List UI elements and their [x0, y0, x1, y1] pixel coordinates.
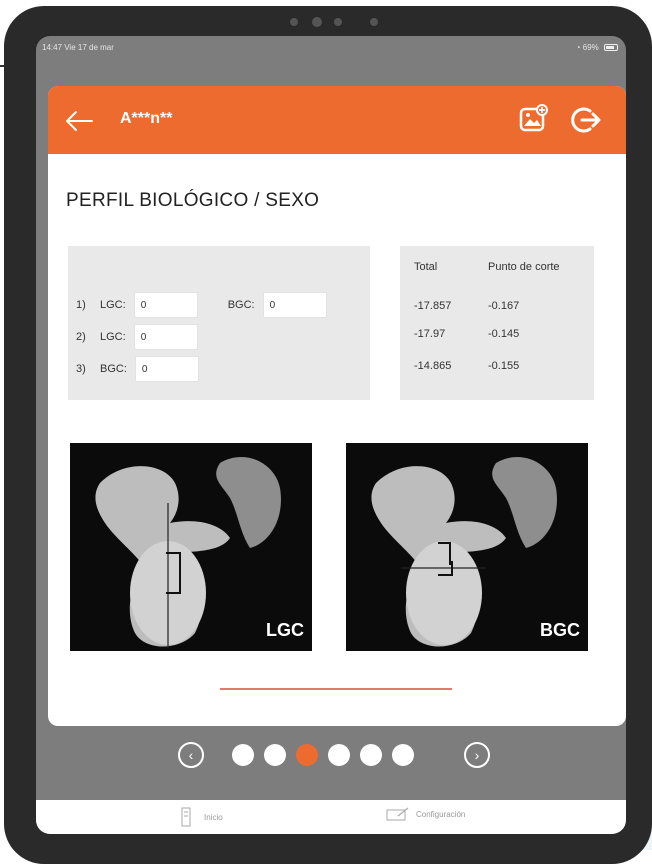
page-dot-active[interactable]: [296, 744, 318, 766]
lgc-image-label: LGC: [266, 620, 304, 640]
page-dot[interactable]: [392, 744, 414, 766]
wifi-icon: ◔: [575, 42, 581, 52]
total-value-3: -14.865: [414, 360, 452, 372]
logout-icon: [571, 107, 601, 133]
scroll-indicator: [220, 688, 452, 690]
cutoff-header: Punto de corte: [488, 261, 560, 273]
battery-percent: 69%: [582, 42, 599, 52]
input-row-1: 1) LGC: BGC:: [76, 292, 327, 318]
tab-home[interactable]: Inicio: [176, 806, 223, 828]
settings-icon: [386, 807, 409, 821]
tablet-screen: 14:47 Vie 17 de mar ◔ 69% A***n** PERFIL…: [36, 36, 626, 834]
chevron-right-icon: ›: [474, 747, 480, 763]
prev-page-button[interactable]: ‹: [178, 742, 204, 768]
cutoff-value-3: -0.155: [488, 360, 520, 372]
cutoff-value-1: -0.167: [488, 300, 520, 312]
tablet-top-bezel: [4, 6, 652, 36]
battery-icon: [604, 43, 618, 51]
app-bar: A***n**: [48, 86, 626, 154]
page-title: PERFIL BIOLÓGICO / SEXO: [66, 190, 320, 211]
status-right: ◔ 69%: [576, 43, 618, 52]
sensor-dot: [370, 18, 378, 26]
cutoff-value-2: -0.145: [488, 328, 520, 340]
tab-settings-label: Configuración: [416, 809, 466, 819]
sensor-dot: [290, 18, 298, 26]
page-dot[interactable]: [328, 744, 350, 766]
back-button[interactable]: [64, 108, 94, 134]
bgc-input-1[interactable]: [262, 292, 327, 318]
page-dot[interactable]: [360, 744, 382, 766]
camera-lens: [312, 17, 322, 27]
measurement-input-panel: 1) LGC: BGC: 2) LGC: 3) BGC:: [68, 246, 370, 400]
bottom-tab-bar: Inicio Configuración: [36, 800, 626, 834]
bgc-image-label: BGC: [540, 620, 580, 640]
bgc-label: BGC:: [100, 363, 127, 375]
tablet-device: 14:47 Vie 17 de mar ◔ 69% A***n** PERFIL…: [4, 6, 652, 864]
row-number: 2): [76, 331, 86, 343]
next-page-button[interactable]: ›: [464, 742, 490, 768]
back-arrow-icon: [66, 111, 93, 131]
status-bar: 14:47 Vie 17 de mar ◔ 69%: [36, 36, 626, 58]
gallery-button[interactable]: [518, 104, 548, 134]
lgc-reference-image: LGC: [70, 443, 312, 651]
page-indicator: ‹ ›: [36, 736, 626, 776]
total-value-2: -17.97: [414, 328, 446, 340]
input-row-2: 2) LGC:: [76, 324, 198, 350]
home-icon: [181, 807, 191, 827]
row-number: 1): [76, 299, 86, 311]
bgc-label: BGC:: [227, 299, 255, 311]
page-dot[interactable]: [264, 744, 286, 766]
bgc-input-3[interactable]: [134, 356, 199, 382]
input-row-3: 3) BGC:: [76, 356, 199, 382]
results-panel: Total Punto de corte -17.857 -0.167 -17.…: [400, 246, 594, 400]
lgc-input-1[interactable]: [133, 292, 198, 318]
total-value-1: -17.857: [414, 300, 452, 312]
tab-home-label: Inicio: [204, 812, 223, 822]
lgc-label: LGC:: [100, 331, 126, 343]
bgc-reference-image: BGC: [346, 443, 588, 651]
lgc-input-2[interactable]: [133, 324, 198, 350]
chevron-left-icon: ‹: [188, 747, 194, 763]
status-time-date: 14:47 Vie 17 de mar: [42, 42, 114, 52]
page-dot[interactable]: [232, 744, 254, 766]
content-card: A***n** PERFIL BIOLÓGICO / SEXO 1) LGC: …: [48, 86, 626, 726]
lgc-label: LGC:: [100, 299, 126, 311]
user-name: A***n**: [120, 110, 173, 127]
logout-button[interactable]: [570, 104, 602, 136]
row-number: 3): [76, 363, 86, 375]
image-add-icon: [519, 104, 548, 132]
total-header: Total: [414, 261, 438, 273]
tab-settings[interactable]: Configuración: [386, 806, 465, 822]
sensor-dot: [334, 18, 342, 26]
